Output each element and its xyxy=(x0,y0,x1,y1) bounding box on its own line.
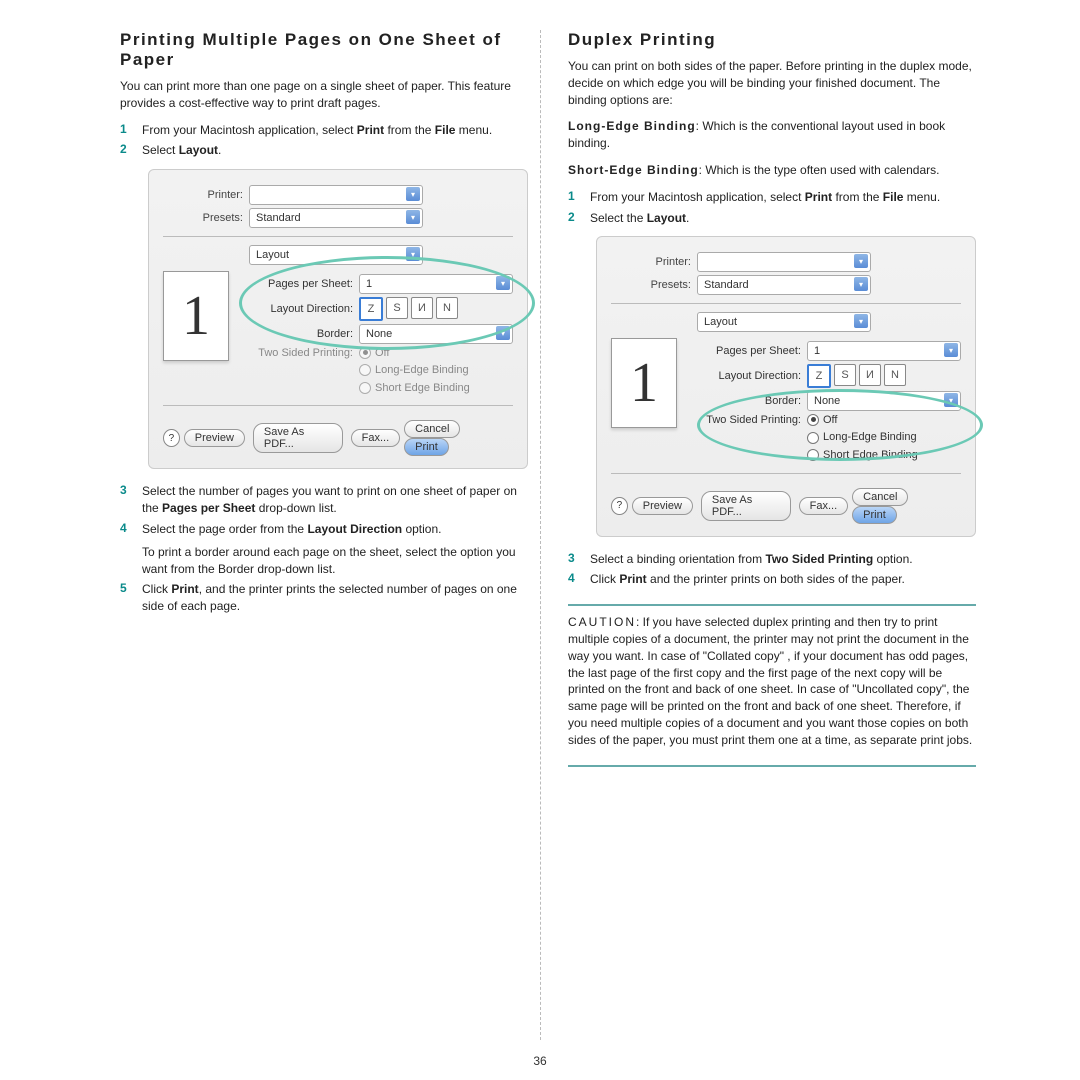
presets-select[interactable]: Standard ▾ xyxy=(697,275,871,295)
layout-preview: 1 xyxy=(163,271,229,361)
right-step1: From your Macintosh application, select … xyxy=(590,189,976,206)
pps-value: 1 xyxy=(814,345,820,357)
save-as-pdf-button[interactable]: Save As PDF... xyxy=(253,423,343,453)
help-icon[interactable]: ? xyxy=(163,429,180,447)
two-sided-short: Short Edge Binding xyxy=(359,380,513,398)
left-step4-extra: To print a border around each page on th… xyxy=(142,544,528,578)
fax-button[interactable]: Fax... xyxy=(799,497,849,515)
left-step1: From your Macintosh application, select … xyxy=(142,122,528,139)
page-number: 36 xyxy=(0,1054,1080,1068)
print-dialog-left: Printer: ▾ Presets: Standard▾ Layout▾ 1 … xyxy=(148,169,528,469)
left-step3: Select the number of pages you want to p… xyxy=(142,483,528,517)
label-two-sided: Two Sided Printing: xyxy=(243,347,353,359)
long-binding-desc: Long-Edge Binding: Which is the conventi… xyxy=(568,118,976,152)
caution-text: : If you have selected duplex printing a… xyxy=(568,615,972,747)
step-number-3: 3 xyxy=(120,483,142,517)
presets-value: Standard xyxy=(704,279,749,291)
cancel-button[interactable]: Cancel xyxy=(852,488,908,506)
step-number-4: 4 xyxy=(120,521,142,577)
right-column: Duplex Printing You can print on both si… xyxy=(568,30,976,775)
chevron-updown-icon: ▾ xyxy=(406,187,420,201)
right-intro: You can print on both sides of the paper… xyxy=(568,58,976,108)
panel-select[interactable]: Layout ▾ xyxy=(697,312,871,332)
direction-option-2[interactable]: S xyxy=(834,364,856,386)
left-intro: You can print more than one page on a si… xyxy=(120,78,528,112)
layout-preview: 1 xyxy=(611,338,677,428)
panel-value: Layout xyxy=(704,316,737,328)
presets-select[interactable]: Standard ▾ xyxy=(249,208,423,228)
label-printer: Printer: xyxy=(163,189,243,201)
highlight-ellipse xyxy=(697,389,983,461)
step-number-2: 2 xyxy=(120,142,142,159)
right-step3: Select a binding orientation from Two Si… xyxy=(590,551,976,568)
print-dialog-right: Printer: ▾ Presets: Standard▾ Layout▾ 1 … xyxy=(596,236,976,536)
layout-direction-options[interactable]: Z S И N xyxy=(807,364,906,388)
left-heading: Printing Multiple Pages on One Sheet of … xyxy=(120,30,528,70)
printer-select[interactable]: ▾ xyxy=(249,185,423,205)
label-presets: Presets: xyxy=(611,279,691,291)
printer-select[interactable]: ▾ xyxy=(697,252,871,272)
column-divider xyxy=(540,30,541,1040)
save-as-pdf-button[interactable]: Save As PDF... xyxy=(701,491,791,521)
panel-value: Layout xyxy=(256,249,289,261)
highlight-ellipse xyxy=(239,256,535,350)
label-layout-direction: Layout Direction: xyxy=(691,370,801,382)
pages-per-sheet-select[interactable]: 1▾ xyxy=(807,341,961,361)
label-pages-per-sheet: Pages per Sheet: xyxy=(691,345,801,357)
right-step2: Select the Layout. xyxy=(590,210,976,227)
caution-box: CAUTION: If you have selected duplex pri… xyxy=(568,614,976,748)
direction-option-4[interactable]: N xyxy=(884,364,906,386)
label-printer: Printer: xyxy=(611,256,691,268)
left-step5: Click Print, and the printer prints the … xyxy=(142,581,528,615)
step-number-5: 5 xyxy=(120,581,142,615)
preview-button[interactable]: Preview xyxy=(184,429,245,447)
left-step2: Select Layout. xyxy=(142,142,528,159)
step-number-3r: 3 xyxy=(568,551,590,568)
step-number-1: 1 xyxy=(120,122,142,139)
print-button[interactable]: Print xyxy=(852,506,897,524)
chevron-updown-icon: ▾ xyxy=(944,343,958,357)
print-button[interactable]: Print xyxy=(404,438,449,456)
caution-label: CAUTION xyxy=(568,615,636,629)
preview-button[interactable]: Preview xyxy=(632,497,693,515)
caution-separator-top xyxy=(568,604,976,606)
caution-separator-bottom xyxy=(568,765,976,767)
chevron-updown-icon: ▾ xyxy=(854,254,868,268)
short-binding-desc: Short-Edge Binding: Which is the type of… xyxy=(568,162,976,179)
step-number-1r: 1 xyxy=(568,189,590,206)
fax-button[interactable]: Fax... xyxy=(351,429,401,447)
preview-number: 1 xyxy=(630,351,658,415)
right-heading: Duplex Printing xyxy=(568,30,976,50)
right-step4: Click Print and the printer prints on bo… xyxy=(590,571,976,588)
left-column: Printing Multiple Pages on One Sheet of … xyxy=(120,30,528,775)
preview-number: 1 xyxy=(182,284,210,348)
direction-option-1[interactable]: Z xyxy=(807,364,831,388)
chevron-updown-icon: ▾ xyxy=(854,314,868,328)
left-step4: Select the page order from the Layout Di… xyxy=(142,521,528,577)
step-number-4r: 4 xyxy=(568,571,590,588)
two-sided-long: Long-Edge Binding xyxy=(359,362,513,380)
presets-value: Standard xyxy=(256,212,301,224)
direction-option-3[interactable]: И xyxy=(859,364,881,386)
cancel-button[interactable]: Cancel xyxy=(404,420,460,438)
chevron-updown-icon: ▾ xyxy=(854,277,868,291)
label-presets: Presets: xyxy=(163,212,243,224)
chevron-updown-icon: ▾ xyxy=(406,210,420,224)
step-number-2r: 2 xyxy=(568,210,590,227)
help-icon[interactable]: ? xyxy=(611,497,628,515)
